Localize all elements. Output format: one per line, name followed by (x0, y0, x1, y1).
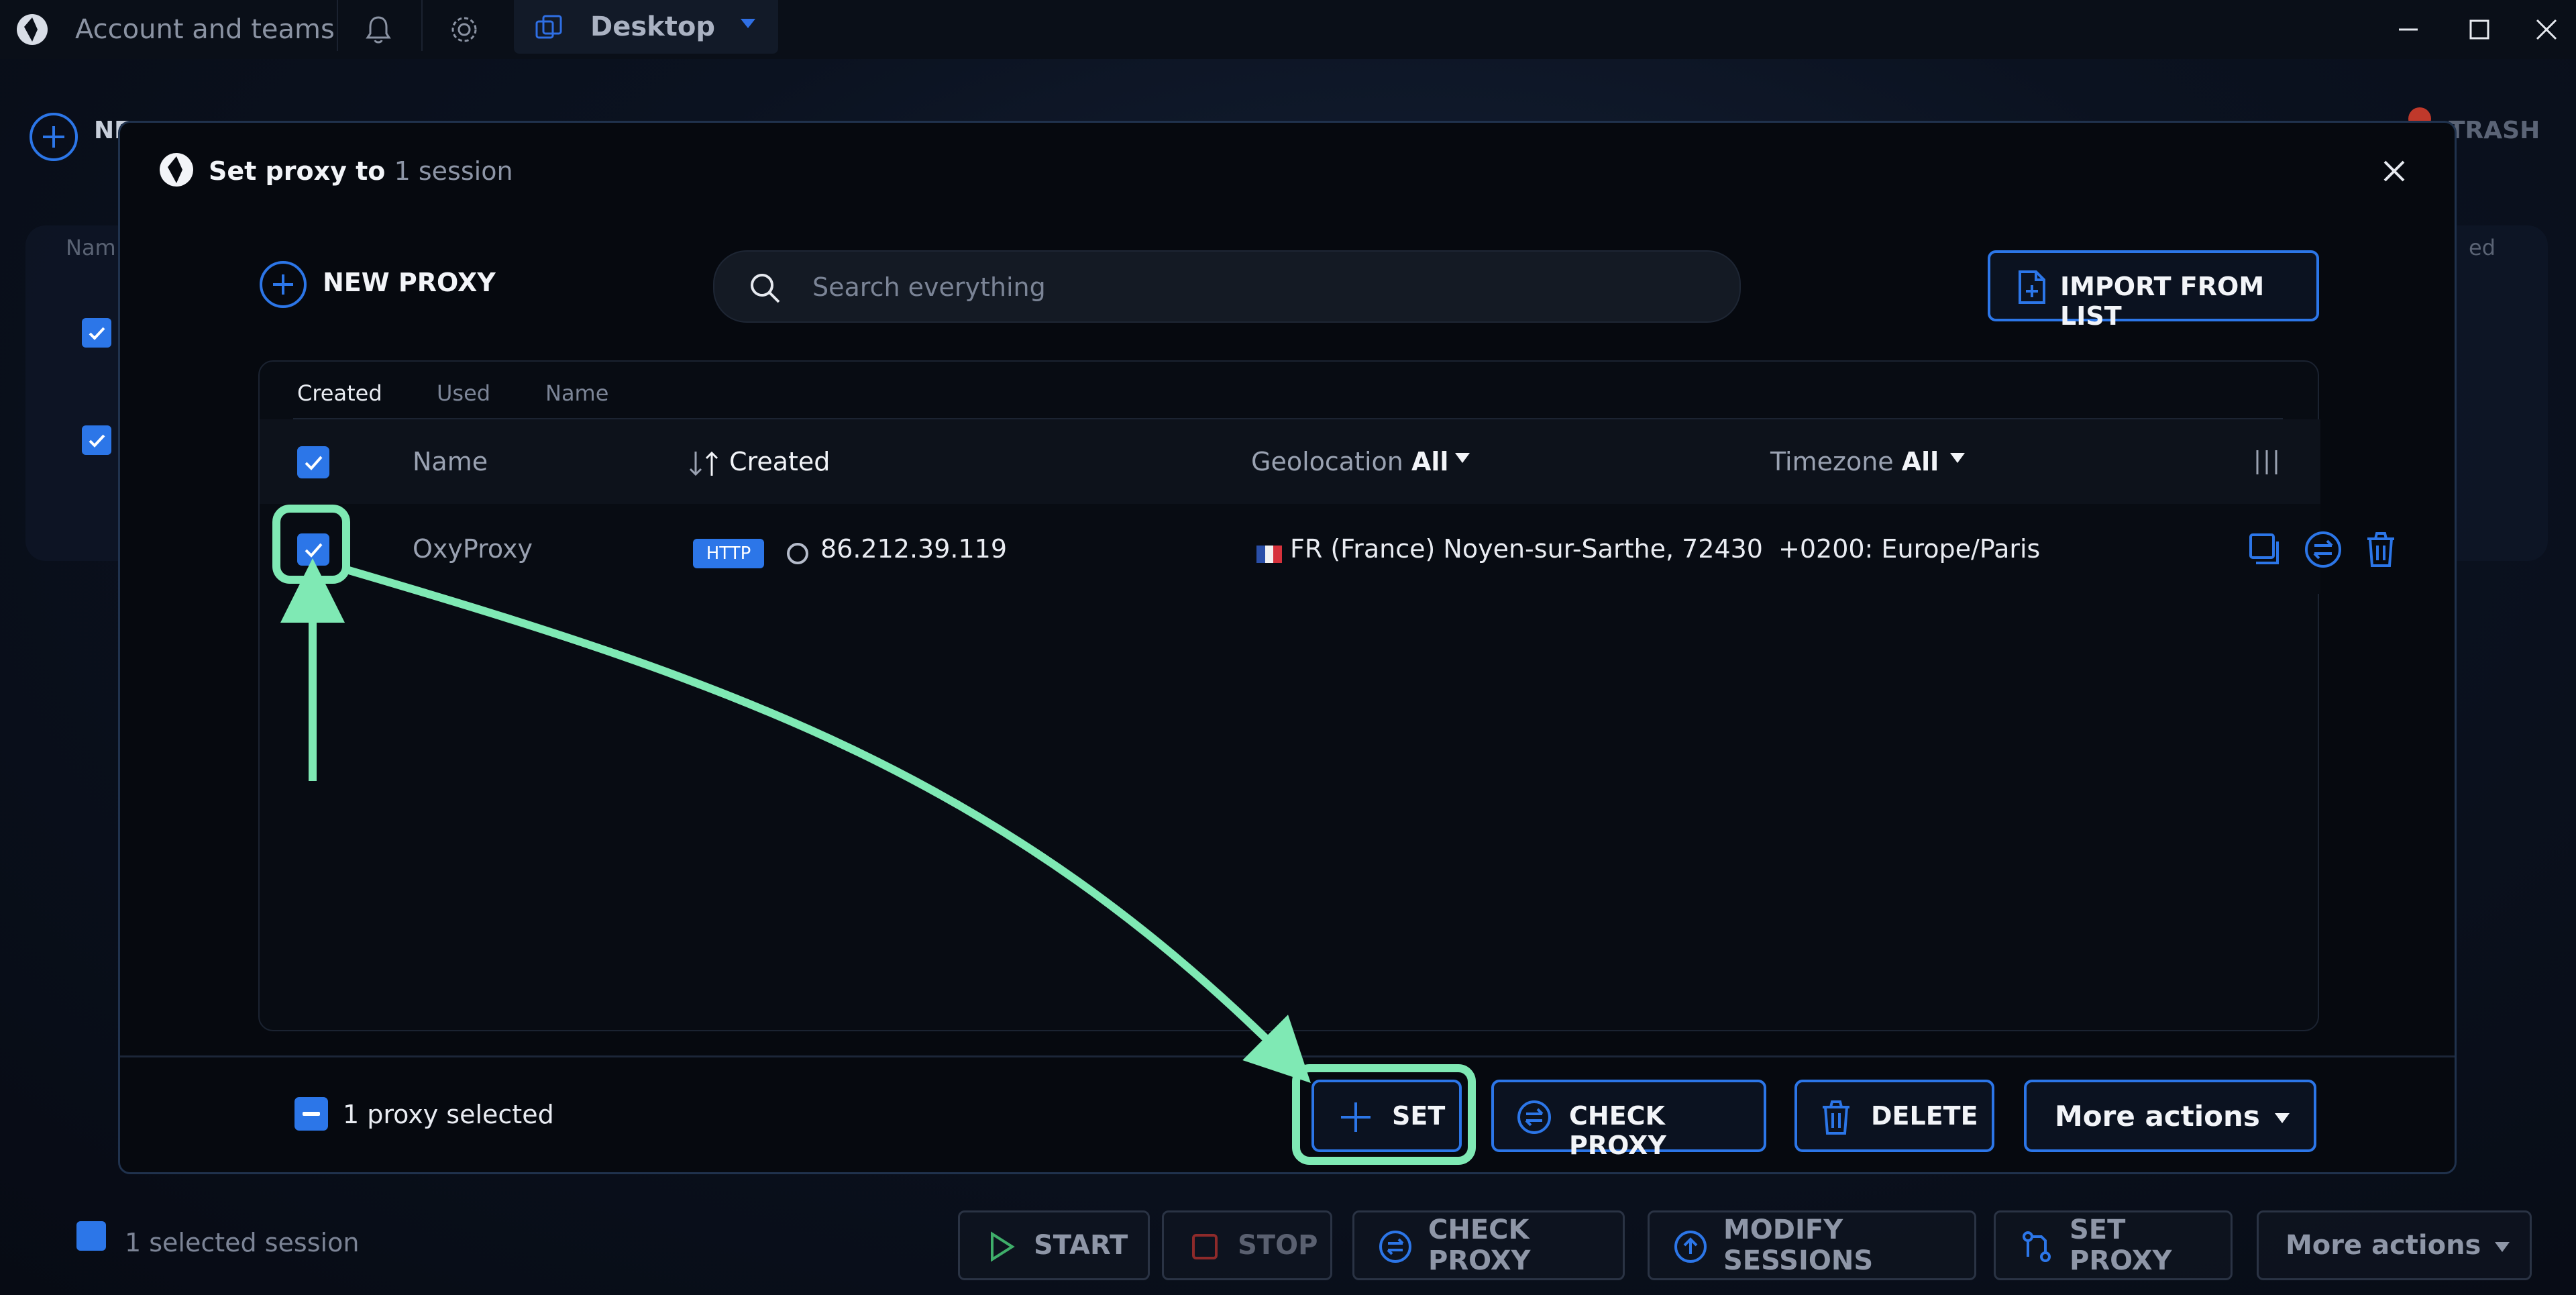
check-proxy-button[interactable]: CHECK PROXY (1491, 1080, 1766, 1160)
minimize-icon[interactable] (2388, 9, 2428, 50)
proxy-branch-icon (2023, 1231, 2051, 1262)
timezone-filter-caret-icon[interactable] (1950, 453, 1965, 463)
footer-selection-checkbox[interactable] (294, 1097, 328, 1131)
geolocation-filter-value[interactable]: All (1411, 447, 1448, 476)
window-close-icon[interactable] (2526, 9, 2567, 50)
column-timezone[interactable]: Timezone All (1770, 445, 1939, 478)
swap-icon (1379, 1231, 1411, 1263)
sort-tab-name[interactable]: Name (545, 380, 608, 406)
import-from-list-button[interactable]: IMPORT FROM LIST (1988, 250, 2319, 331)
column-timezone-label: Timezone (1770, 447, 1894, 476)
chevron-down-icon (2495, 1242, 2510, 1252)
search-box[interactable] (713, 250, 1741, 323)
sessions-column-name: Nam (66, 235, 116, 260)
trash-icon[interactable] (2361, 529, 2401, 570)
titlebar-divider (337, 0, 338, 51)
set-proxy-modal: Set proxy to 1 session NEW PROXY IMPORT … (118, 121, 2457, 1174)
import-from-list-label: IMPORT FROM LIST (2060, 272, 2265, 331)
maximize-icon[interactable] (2459, 9, 2500, 50)
more-actions-label: More actions (2055, 1100, 2260, 1133)
proxy-ip: 86.212.39.119 (820, 534, 1008, 564)
search-input[interactable] (812, 266, 1684, 308)
session-row-checkbox[interactable] (82, 318, 111, 348)
new-session-icon[interactable] (27, 110, 80, 164)
bg-more-actions-button[interactable]: More actions (2257, 1210, 2532, 1280)
desktop-dropdown-caret-icon[interactable] (741, 19, 755, 28)
proxy-timezone: +0200: Europe/Paris (1778, 534, 2041, 564)
proxy-geolocation: FR (France) Noyen-sur-Sarthe, 72430 (1290, 534, 1763, 564)
selected-sessions-text: 1 selected session (125, 1228, 360, 1257)
chevron-down-icon (2275, 1113, 2290, 1123)
proxy-name: OxyProxy (413, 534, 533, 564)
selected-sessions-checkbox[interactable] (76, 1221, 106, 1251)
check-proxy-icon[interactable] (2303, 529, 2343, 570)
proxy-status-icon (787, 543, 808, 564)
stop-button[interactable]: STOP (1162, 1210, 1332, 1280)
arrow-up-circle-icon (1674, 1231, 1707, 1263)
highlight-set-button (1292, 1064, 1476, 1165)
stop-button-label: STOP (1238, 1230, 1318, 1261)
close-icon[interactable] (2375, 152, 2413, 190)
proxy-table: Created Used Name Name Created Geolocati… (258, 360, 2394, 1031)
bg-check-proxy-label: CHECK PROXY (1428, 1214, 1531, 1276)
timezone-filter-value[interactable]: All (1902, 447, 1939, 476)
gear-icon[interactable] (445, 11, 483, 48)
set-proxy-label: SET PROXY (2070, 1214, 2172, 1276)
more-actions-button[interactable]: More actions (2024, 1080, 2316, 1152)
column-geolocation[interactable]: Geolocation All (1251, 445, 1448, 478)
modal-title: Set proxy to 1 session (209, 152, 513, 190)
session-row-checkbox[interactable] (82, 425, 111, 455)
select-all-checkbox[interactable] (297, 446, 329, 478)
bg-check-proxy-button[interactable]: CHECK PROXY (1352, 1210, 1625, 1280)
play-icon (991, 1231, 1015, 1262)
sort-tab-used[interactable]: Used (437, 380, 490, 406)
desktop-profile-icon (535, 15, 562, 39)
highlight-row-checkbox (272, 505, 350, 584)
check-proxy-label: CHECK PROXY (1569, 1101, 1666, 1160)
import-file-icon (2019, 270, 2045, 304)
account-and-teams-link[interactable]: Account and teams (75, 8, 335, 51)
france-flag-icon (1256, 546, 1283, 563)
app-logo-icon (160, 153, 193, 187)
title-bar: Account and teams Desktop (0, 0, 2576, 59)
delete-button[interactable]: DELETE (1794, 1080, 1994, 1152)
modal-title-main: Set proxy to (209, 156, 386, 186)
column-created[interactable]: Created (729, 445, 830, 478)
start-button[interactable]: START (958, 1210, 1150, 1280)
stop-icon (1192, 1234, 1218, 1259)
protocol-badge: HTTP (693, 539, 764, 568)
modal-footer-divider (120, 1055, 2455, 1057)
bg-more-actions-label: More actions (2286, 1230, 2481, 1261)
set-proxy-button[interactable]: SET PROXY (1994, 1210, 2233, 1280)
new-proxy-button[interactable]: NEW PROXY (323, 268, 496, 297)
modify-sessions-button[interactable]: MODIFY SESSIONS (1648, 1210, 1976, 1280)
table-header-row: Name Created Geolocation All Timezone Al… (260, 419, 2320, 504)
sort-tab-created[interactable]: Created (297, 380, 382, 406)
trash-icon (1823, 1100, 1849, 1135)
search-icon (751, 274, 780, 303)
geolocation-filter-caret-icon[interactable] (1455, 453, 1470, 463)
app-logo-icon (17, 14, 48, 45)
column-settings-icon[interactable] (2252, 446, 2282, 478)
proxy-selected-text: 1 proxy selected (343, 1100, 554, 1129)
bell-icon[interactable] (360, 11, 397, 48)
table-row[interactable]: OxyProxy HTTP 86.212.39.119 FR (France) … (260, 504, 2394, 594)
new-proxy-icon[interactable] (258, 260, 308, 309)
start-button-label: START (1034, 1230, 1128, 1261)
swap-icon (1517, 1100, 1551, 1134)
copy-icon[interactable] (2244, 529, 2284, 570)
delete-button-label: DELETE (1871, 1101, 1978, 1131)
column-geolocation-label: Geolocation (1251, 447, 1403, 476)
titlebar-divider (421, 0, 423, 51)
sessions-column-right: ed (2469, 235, 2496, 260)
modify-sessions-label: MODIFY SESSIONS (1723, 1214, 1874, 1276)
column-name[interactable]: Name (413, 445, 488, 478)
sort-arrows-icon[interactable] (686, 449, 724, 478)
modal-title-sub: 1 session (394, 156, 513, 186)
trash-button[interactable]: TRASH (2449, 117, 2540, 144)
desktop-tab-label: Desktop (590, 11, 715, 42)
